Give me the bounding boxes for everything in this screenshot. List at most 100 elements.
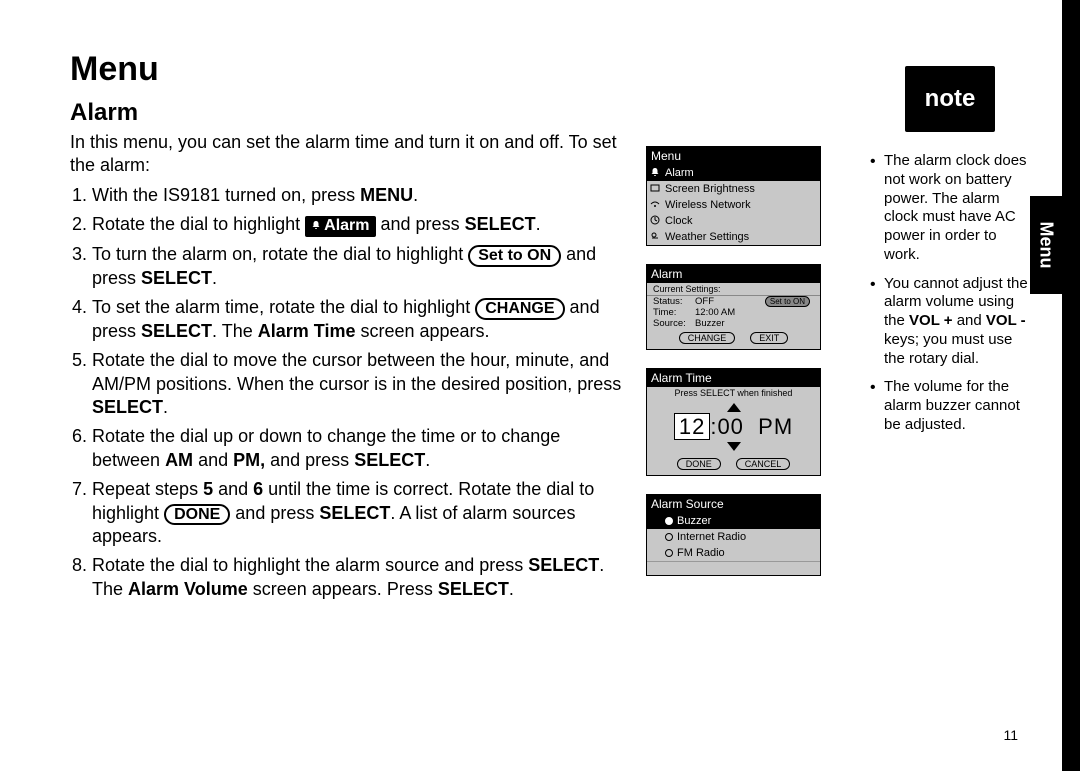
wifi-icon [650, 199, 660, 209]
page-number: 11 [1003, 727, 1018, 743]
minute-field: :00 [710, 414, 744, 439]
step-4: To set the alarm time, rotate the dial t… [92, 296, 625, 343]
set-to-on-button: Set to ON [765, 296, 810, 307]
menu-item-alarm: Alarm [647, 165, 820, 181]
key-select: SELECT [354, 450, 425, 470]
clock-icon [650, 215, 660, 225]
current-settings-label: Current Settings: [647, 283, 820, 296]
step-text: Rotate the dial to highlight [92, 214, 305, 234]
time-key: Time: [653, 307, 695, 318]
step-8: Rotate the dial to highlight the alarm s… [92, 554, 625, 601]
source-item-buzzer: Buzzer [647, 513, 820, 529]
step-text: screen appears. [355, 321, 489, 341]
time-row: Time:12:00 AM [647, 307, 820, 318]
bell-icon [650, 167, 660, 177]
key-select: SELECT [465, 214, 536, 234]
radio-icon [665, 533, 673, 541]
ampm-field: PM [758, 414, 793, 439]
screen-name: Alarm Time [258, 321, 356, 341]
time-editor: 12:00 PM [647, 399, 820, 455]
time-display: 12:00 PM [647, 414, 820, 440]
step-text: To set the alarm time, rotate the dial t… [92, 297, 475, 317]
menu-item-brightness: Screen Brightness [647, 181, 820, 197]
done-button: DONE [677, 458, 721, 470]
step-text: Rotate the dial to highlight the alarm s… [92, 555, 528, 575]
step-text: . [413, 185, 418, 205]
key-select: SELECT [438, 579, 509, 599]
menu-item-label: Screen Brightness [665, 183, 755, 195]
key-select: SELECT [528, 555, 599, 575]
step-ref: 5 [203, 479, 213, 499]
am-label: AM [165, 450, 193, 470]
alarm-chip: Alarm [305, 216, 375, 237]
done-pill: DONE [164, 504, 230, 526]
source-item-fm-radio: FM Radio [647, 545, 820, 561]
up-arrow-icon [727, 403, 741, 412]
note-item: The alarm clock does not work on battery… [870, 152, 1030, 265]
intro-text: In this menu, you can set the alarm time… [70, 131, 625, 176]
screen-title: Menu [647, 147, 820, 165]
weather-icon [650, 231, 660, 241]
set-to-on-pill: Set to ON [468, 245, 561, 267]
note-sidebar: note The alarm clock does not work on ba… [870, 66, 1030, 445]
cancel-button: CANCEL [736, 458, 791, 470]
key-select: SELECT [141, 321, 212, 341]
step-3: To turn the alarm on, rotate the dial to… [92, 243, 625, 290]
source-key: Source: [653, 318, 695, 329]
source-value: Buzzer [695, 318, 814, 329]
page-edge [1062, 0, 1080, 771]
status-key: Status: [653, 296, 695, 307]
menu-item-wireless: Wireless Network [647, 197, 820, 213]
note-badge: note [905, 66, 995, 132]
screen-title: Alarm Time [647, 369, 820, 387]
step-text: and press [376, 214, 465, 234]
time-value: 12:00 AM [695, 307, 814, 318]
step-text: and [213, 479, 253, 499]
source-label: Buzzer [677, 515, 711, 527]
menu-item-label: Alarm [665, 167, 694, 179]
menu-item-clock: Clock [647, 213, 820, 229]
bell-icon [311, 220, 321, 230]
step-text: and [193, 450, 233, 470]
screen-menu: Menu Alarm Screen Brightness Wireless Ne… [646, 146, 821, 246]
screen-footer: DONE CANCEL [647, 455, 820, 475]
menu-item-label: Wireless Network [665, 199, 751, 211]
down-arrow-icon [727, 442, 741, 451]
screen-title: Alarm Source [647, 495, 820, 513]
key-select: SELECT [92, 397, 163, 417]
step-text: . The [212, 321, 258, 341]
step-1: With the IS9181 turned on, press MENU. [92, 184, 625, 207]
step-5: Rotate the dial to move the cursor betwe… [92, 349, 625, 419]
screen-previews: Menu Alarm Screen Brightness Wireless Ne… [646, 146, 821, 594]
step-text: . [212, 268, 217, 288]
manual-page: Menu Alarm In this menu, you can set the… [0, 0, 1060, 771]
step-2: Rotate the dial to highlight Alarm and p… [92, 213, 625, 237]
radio-icon [665, 517, 673, 525]
step-text: and press [230, 503, 319, 523]
steps-list: With the IS9181 turned on, press MENU. R… [70, 184, 625, 601]
hint-text: Press SELECT when finished [647, 387, 820, 399]
hour-field: 12 [674, 413, 710, 440]
note-item: The volume for the alarm buzzer cannot b… [870, 378, 1030, 434]
vol-plus-key: VOL + [909, 312, 953, 329]
source-label: FM Radio [677, 547, 725, 559]
source-item-internet-radio: Internet Radio [647, 529, 820, 545]
key-menu: MENU [360, 185, 413, 205]
screen-alarm-time: Alarm Time Press SELECT when finished 12… [646, 368, 821, 476]
screen-alarm-source: Alarm Source Buzzer Internet Radio FM Ra… [646, 494, 821, 576]
key-select: SELECT [319, 503, 390, 523]
source-label: Internet Radio [677, 531, 746, 543]
step-ref: 6 [253, 479, 263, 499]
main-column: Menu Alarm In this menu, you can set the… [70, 50, 625, 607]
note-text: and [953, 312, 986, 329]
step-6: Rotate the dial up or down to change the… [92, 425, 625, 472]
source-row: Source:Buzzer [647, 318, 820, 329]
step-text: Rotate the dial to move the cursor betwe… [92, 350, 621, 393]
note-item: You cannot adjust the alarm volume using… [870, 275, 1030, 369]
screen-name: Alarm Volume [128, 579, 248, 599]
menu-item-weather: Weather Settings [647, 229, 820, 245]
step-text: Repeat steps [92, 479, 203, 499]
pm-label: PM, [233, 450, 265, 470]
page-title: Menu [70, 50, 625, 89]
step-text: With the IS9181 turned on, press [92, 185, 360, 205]
